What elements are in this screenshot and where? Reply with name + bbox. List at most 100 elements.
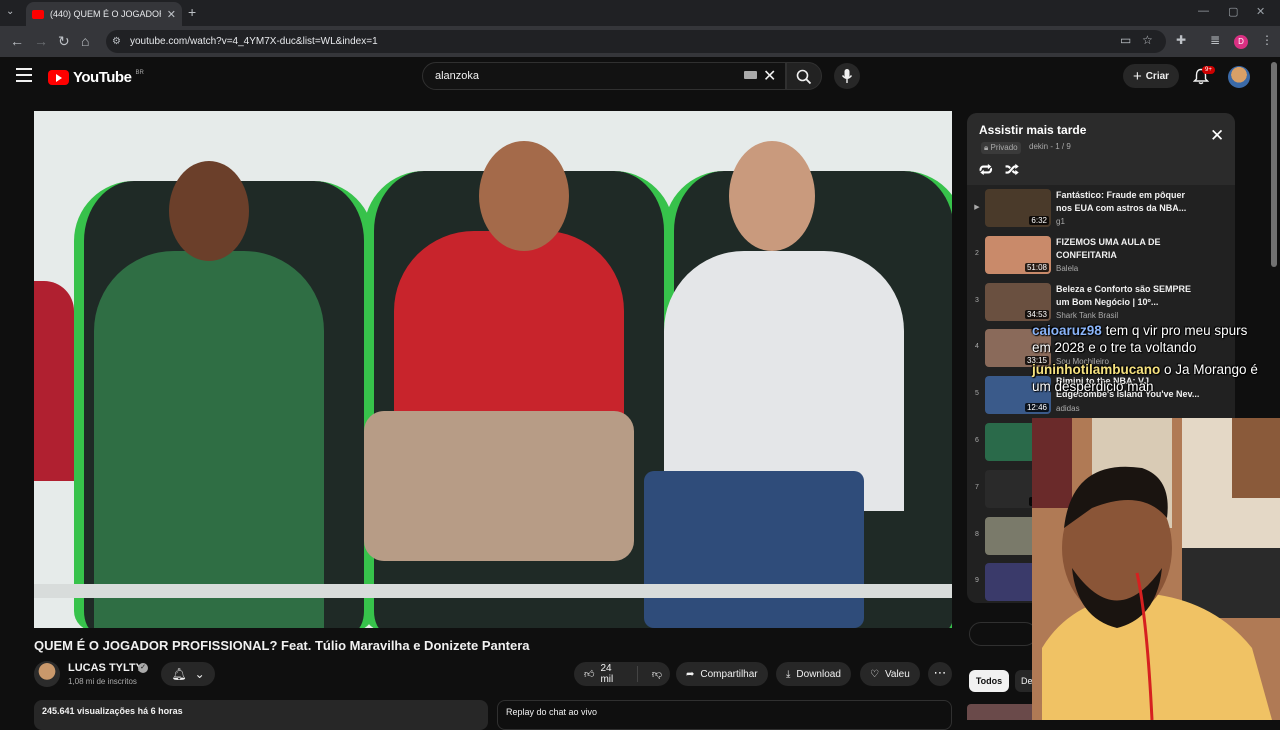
minimize-icon[interactable]: —	[1198, 5, 1209, 17]
subscriber-count: 1,08 mi de inscritos	[68, 677, 137, 686]
channel-avatar[interactable]	[34, 661, 60, 687]
reload-icon[interactable]: ↻	[58, 33, 70, 50]
video-player[interactable]	[34, 111, 952, 628]
close-playlist-icon[interactable]: ✕	[1210, 126, 1224, 146]
new-tab-icon[interactable]: +	[188, 4, 196, 20]
cast-icon[interactable]: ▭	[1120, 33, 1131, 47]
playlist-item[interactable]: 3 34:53 Beleza e Conforto são SEMPRE um Bo…	[967, 281, 1235, 327]
playlist-item-channel: Shark Tank Brasil	[1056, 310, 1119, 320]
browser-menu-icon[interactable]: ⋮	[1261, 33, 1273, 47]
playlist-item-thumbnail: 51:08	[985, 235, 1051, 274]
voice-search-button[interactable]	[834, 63, 860, 89]
country-code: BR	[135, 69, 144, 76]
browser-tab[interactable]: (440) QUEM É O JOGADOR PROF ✕	[26, 2, 182, 26]
playlist-item-index: 4	[975, 343, 979, 351]
person-legs	[364, 411, 634, 561]
playlist-item-title: Beleza e Conforto são SEMPRE um Bom Negó…	[1056, 283, 1192, 307]
microphone-icon	[841, 69, 853, 83]
window-close-icon[interactable]: ✕	[1256, 5, 1265, 18]
playlist-item-duration: 6:32	[1029, 216, 1049, 225]
playlist-item-index: ▶	[974, 204, 980, 211]
views-and-time: 245.641 visualizações há 6 horas	[42, 706, 183, 716]
bookmark-star-icon[interactable]: ☆	[1142, 33, 1153, 47]
download-icon: ⤓	[786, 668, 791, 680]
create-button[interactable]: + Criar	[1123, 64, 1179, 88]
playlist-item-duration: 34:53	[1024, 309, 1049, 319]
keyboard-icon[interactable]	[744, 71, 757, 79]
back-icon[interactable]: ←	[10, 33, 24, 49]
browser-profile-avatar[interactable]: D	[1234, 35, 1248, 49]
dislike-button[interactable]: 👎︎	[644, 668, 670, 680]
youtube-logo[interactable]: YouTube BR	[48, 69, 144, 86]
like-dislike-group: 👍︎ 24 mil 👎︎	[574, 662, 670, 686]
playlist-item[interactable]: 2 51:08 FIZEMOS UMA AULA DE CONFEITARIA Bal…	[967, 234, 1235, 280]
search-value: alanzoka	[435, 70, 480, 82]
privacy-label: Privado	[990, 143, 1018, 152]
streamer-webcam	[1032, 418, 1280, 720]
person-jeans	[644, 471, 864, 628]
notification-count-badge: 9+	[1202, 66, 1215, 74]
bell-icon: 🔔︎	[171, 667, 187, 681]
playlist-item-thumbnail: 34:53	[985, 282, 1051, 321]
url-text: youtube.com/watch?v=4_4YM7X-duc&list=WL&…	[130, 36, 378, 47]
search-input[interactable]: alanzoka	[422, 62, 786, 90]
playlist-item-index: 3	[975, 296, 979, 304]
playlist-item-title: FIZEMOS UMA AULA DE CONFEITARIA	[1056, 236, 1161, 260]
playlist-item-index: 6	[975, 437, 979, 444]
share-label: Compartilhar	[700, 668, 758, 680]
address-bar[interactable]: youtube.com/watch?v=4_4YM7X-duc&list=WL&…	[106, 30, 1166, 53]
description-box[interactable]: 245.641 visualizações há 6 horas	[34, 700, 488, 730]
thanks-label: Valeu	[884, 668, 910, 680]
playlist-meta: dekin - 1 / 9	[1029, 142, 1071, 151]
playlist-item[interactable]: ▶ 6:32 Fantástico: Fraude em pôquer nos EU…	[967, 187, 1235, 233]
playlist-title[interactable]: Assistir mais tarde	[979, 123, 1086, 137]
tab-close-icon[interactable]: ✕	[167, 8, 176, 21]
heart-dollar-icon: ♡	[870, 668, 879, 680]
scrollbar-thumb[interactable]	[1271, 62, 1277, 267]
account-avatar[interactable]	[1228, 66, 1250, 88]
video-title: QUEM É O JOGADOR PROFISSIONAL? Feat. Túl…	[34, 638, 530, 653]
playlist-item-channel: Balela	[1056, 263, 1079, 273]
stream-chat-line: um desperdicio man	[1032, 379, 1154, 394]
like-button[interactable]: 👍︎ 24 mil	[574, 663, 638, 685]
recommended-thumbnail[interactable]	[967, 704, 1037, 720]
like-count: 24 mil	[600, 663, 614, 685]
playlist-item-index: 8	[975, 530, 979, 538]
channel-name[interactable]: LUCAS TYLTY	[68, 662, 143, 674]
more-actions-button[interactable]: ⋯	[928, 662, 952, 686]
playlist-item-index: 5	[975, 390, 979, 398]
sidebar-search-field[interactable]	[969, 622, 1037, 646]
maximize-icon[interactable]: ▢	[1228, 5, 1238, 18]
home-icon[interactable]: ⌂	[81, 33, 89, 49]
download-button[interactable]: ⤓ Download	[776, 662, 851, 686]
thumbs-down-icon: 👎︎	[651, 669, 662, 680]
chat-message: tem q vir pro meu spurs	[1105, 323, 1248, 338]
privacy-badge: 🔒︎ Privado	[981, 142, 1021, 154]
verified-check-icon: ✓	[138, 663, 148, 673]
bench	[34, 584, 952, 598]
share-button[interactable]: ➦ Compartilhar	[676, 662, 768, 686]
shuffle-icon[interactable]: 🔀︎	[1005, 159, 1019, 180]
search-button[interactable]	[786, 62, 822, 90]
reading-list-icon[interactable]: ≣	[1210, 33, 1220, 47]
extensions-icon[interactable]: ✚	[1176, 33, 1186, 47]
person-head	[479, 141, 569, 251]
youtube-favicon-icon	[32, 9, 44, 19]
chat-username: juninhotilambucano	[1032, 362, 1161, 377]
chat-replay-header[interactable]: Replay do chat ao vivo	[497, 700, 952, 730]
loop-icon[interactable]: 🔁︎	[979, 159, 993, 180]
site-info-icon[interactable]: ⚙	[112, 36, 121, 47]
stream-chat-line: caioaruz98 tem q vir pro meu spurs	[1032, 323, 1247, 338]
thanks-button[interactable]: ♡ Valeu	[860, 662, 920, 686]
subscribed-notifications-button[interactable]: 🔔︎ ⌄	[161, 662, 215, 686]
hamburger-menu-icon[interactable]	[16, 68, 32, 82]
forward-icon[interactable]: →	[34, 33, 48, 49]
search-icon	[796, 69, 812, 85]
playlist-item-channel: adidas	[1056, 404, 1080, 414]
person-head	[169, 161, 249, 261]
logo-wordmark: YouTube	[73, 69, 132, 86]
tab-search-icon[interactable]: ⌄	[6, 6, 14, 17]
filter-chip-all[interactable]: Todos	[969, 670, 1009, 692]
stream-chat-line: em 2028 e o tre ta voltando	[1032, 340, 1196, 355]
clear-search-icon[interactable]: ✕	[763, 66, 776, 86]
